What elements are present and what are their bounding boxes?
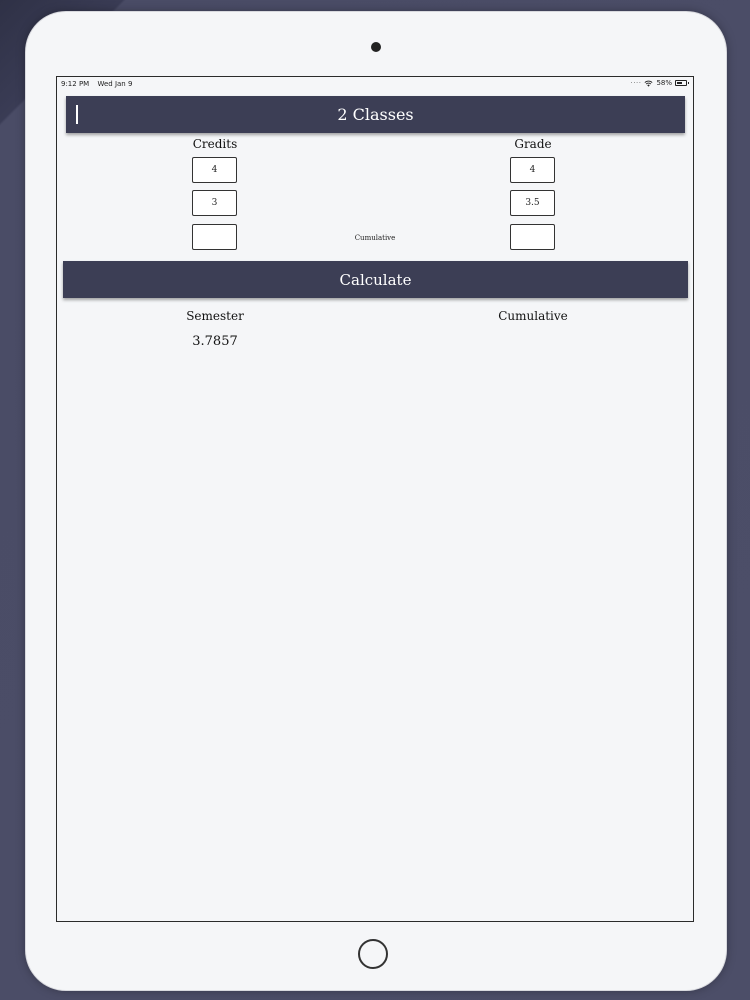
cumulative-result-label: Cumulative bbox=[498, 309, 568, 323]
class-count-field[interactable]: 2 Classes bbox=[66, 96, 685, 133]
calculate-button[interactable]: Calculate bbox=[63, 261, 688, 298]
app-screen: 9:12 PM Wed Jan 9 ···· 58% 2 Classes Cre… bbox=[56, 76, 694, 922]
signal-dots-icon: ···· bbox=[630, 79, 642, 87]
grade-input-1[interactable] bbox=[510, 157, 555, 183]
grade-column-header: Grade bbox=[514, 137, 552, 151]
grade-input-3[interactable] bbox=[510, 224, 555, 250]
wifi-icon bbox=[644, 80, 653, 87]
battery-fill bbox=[677, 82, 682, 84]
grade-input-2[interactable] bbox=[510, 190, 555, 216]
credits-input-1[interactable] bbox=[192, 157, 237, 183]
cumulative-label[interactable]: Cumulative bbox=[337, 234, 413, 242]
battery-icon bbox=[675, 80, 689, 86]
status-right: ···· 58% bbox=[630, 79, 689, 87]
status-bar: 9:12 PM Wed Jan 9 ···· 58% bbox=[57, 77, 693, 91]
semester-label: Semester bbox=[186, 309, 244, 323]
credits-input-3[interactable] bbox=[192, 224, 237, 250]
camera-icon bbox=[371, 42, 381, 52]
ipad-frame: 9:12 PM Wed Jan 9 ···· 58% 2 Classes Cre… bbox=[26, 12, 726, 990]
text-cursor bbox=[76, 105, 78, 124]
credits-input-2[interactable] bbox=[192, 190, 237, 216]
status-date: Wed Jan 9 bbox=[97, 80, 133, 88]
status-left: 9:12 PM Wed Jan 9 bbox=[61, 80, 138, 88]
status-time: 9:12 PM bbox=[61, 80, 90, 88]
home-button[interactable] bbox=[358, 939, 388, 969]
class-count-title: 2 Classes bbox=[337, 105, 414, 124]
battery-percent: 58% bbox=[656, 79, 672, 87]
semester-gpa-value: 3.7857 bbox=[192, 334, 238, 349]
credits-column-header: Credits bbox=[192, 137, 238, 151]
